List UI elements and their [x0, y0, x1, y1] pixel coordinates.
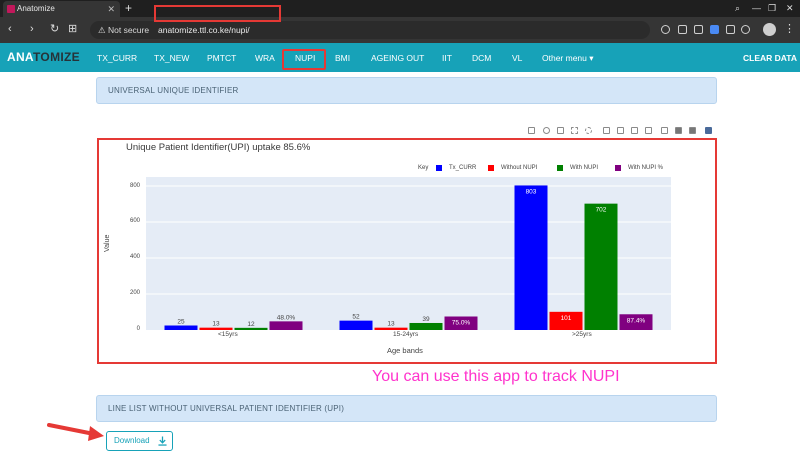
- app-navbar: ANATOMIZE TX_CURR TX_NEW PMTCT WRA NUPI …: [0, 43, 800, 72]
- restore-icon[interactable]: ❐: [768, 0, 776, 16]
- not-secure-label: Not secure: [107, 25, 150, 35]
- y-tick-400: 400: [129, 254, 140, 260]
- camera-icon[interactable]: [694, 25, 703, 34]
- download-button[interactable]: Download: [106, 431, 173, 451]
- nav-vl[interactable]: VL: [512, 53, 522, 63]
- profile-avatar[interactable]: [763, 23, 776, 36]
- overlay-caption: You can use this app to track NUPI: [372, 368, 620, 385]
- autoscale-icon[interactable]: [631, 127, 638, 134]
- hover-closest-icon[interactable]: [675, 127, 682, 134]
- spike-lines-icon[interactable]: [661, 127, 668, 134]
- y-tick-600: 600: [129, 218, 140, 224]
- reload-button[interactable]: ↻: [50, 22, 59, 36]
- box-select-icon[interactable]: [571, 127, 578, 134]
- legend-title: Key: [418, 165, 429, 171]
- menu-icon[interactable]: ⋮: [784, 22, 795, 36]
- back-button[interactable]: ‹: [8, 22, 12, 36]
- zoom-tool-icon[interactable]: [543, 127, 550, 134]
- tab-title: Anatomize: [17, 4, 55, 13]
- x-category-over-25: >25yrs: [572, 331, 592, 338]
- reset-axes-icon[interactable]: [645, 127, 652, 134]
- not-secure-indicator[interactable]: ⚠ Not secure: [98, 23, 149, 37]
- nav-pmtct[interactable]: PMTCT: [207, 53, 236, 63]
- nav-iit[interactable]: IIT: [442, 53, 452, 63]
- search-tabs-icon[interactable]: ⌕: [735, 0, 740, 16]
- legend-label-with-nupi[interactable]: With NUPI: [570, 164, 598, 172]
- browser-tabstrip: Anatomize ✕ + ⌕ — ❐ ✕: [0, 0, 800, 17]
- legend-label-without-nupi[interactable]: Without NUPI: [501, 164, 537, 172]
- url-text[interactable]: anatomize.ttl.co.ke/nupi/: [158, 23, 250, 37]
- plotly-logo-icon[interactable]: [705, 127, 712, 134]
- extension-icon[interactable]: [726, 25, 735, 34]
- chart-title: Unique Patient Identifier(UPI) uptake 85…: [126, 142, 311, 153]
- section-header-nupi: UNIVERSAL UNIQUE IDENTIFIER: [96, 77, 717, 104]
- nav-bmi[interactable]: BMI: [335, 53, 350, 63]
- lasso-select-icon[interactable]: [585, 127, 592, 134]
- legend-label-tx-curr[interactable]: Tx_CURR: [449, 164, 476, 172]
- legend-swatch-tx-curr[interactable]: [436, 165, 442, 171]
- share-icon[interactable]: [678, 25, 687, 34]
- download-plot-icon[interactable]: [528, 127, 535, 134]
- y-axis-label: Value: [104, 234, 111, 252]
- y-tick-800: 800: [129, 183, 140, 189]
- minimize-icon[interactable]: —: [752, 0, 761, 16]
- brand-logo[interactable]: ANATOMIZE: [7, 50, 80, 64]
- pan-tool-icon[interactable]: [557, 127, 564, 134]
- section-header-line-list: LINE LIST WITHOUT UNIVERSAL PATIENT IDEN…: [96, 395, 717, 422]
- address-toolbar: ‹ › ↻ ⊞ ⚠ Not secure anatomize.ttl.co.ke…: [0, 17, 800, 43]
- plot-area: [146, 177, 671, 330]
- nav-dcm[interactable]: DCM: [472, 53, 491, 63]
- brand-part-2: TOMIZE: [33, 50, 80, 64]
- legend-swatch-with-nupi[interactable]: [557, 165, 563, 171]
- hover-compare-icon[interactable]: [689, 127, 696, 134]
- red-arrow-annotation: [47, 423, 104, 441]
- zoom-out-icon[interactable]: [617, 127, 624, 134]
- zoom-in-icon[interactable]: [603, 127, 610, 134]
- nav-other-menu[interactable]: Other menu ▾: [542, 53, 594, 63]
- new-tab-button[interactable]: +: [125, 0, 132, 16]
- x-category-15-24: 15-24yrs: [393, 331, 419, 338]
- chart-modebar: [526, 127, 716, 137]
- browser-tab[interactable]: Anatomize ✕: [3, 1, 120, 17]
- y-tick-0: 0: [136, 326, 140, 332]
- apps-icon[interactable]: ⊞: [68, 22, 77, 36]
- y-tick-200: 200: [129, 290, 140, 296]
- shield-icon[interactable]: [710, 25, 719, 34]
- nav-ageing-out[interactable]: AGEING OUT: [371, 53, 424, 63]
- download-button-label: Download: [114, 436, 150, 445]
- legend-swatch-without-nupi[interactable]: [488, 165, 494, 171]
- nav-tx-curr[interactable]: TX_CURR: [97, 53, 137, 63]
- legend-label-with-nupi-pct[interactable]: With NUPI %: [628, 164, 663, 172]
- close-window-icon[interactable]: ✕: [786, 0, 794, 16]
- close-tab-icon[interactable]: ✕: [107, 1, 115, 17]
- x-axis-label: Age bands: [387, 346, 423, 355]
- clear-data-button[interactable]: CLEAR DATA: [743, 53, 797, 63]
- brand-part-1: ANA: [7, 50, 34, 64]
- app-favicon-icon: [7, 5, 15, 13]
- x-category-under-15: <15yrs: [218, 331, 238, 338]
- nupi-highlight-box: [282, 49, 326, 70]
- legend-swatch-with-nupi-pct[interactable]: [615, 165, 621, 171]
- url-highlight-box: [154, 5, 281, 22]
- favorites-icon[interactable]: [741, 25, 750, 34]
- forward-button[interactable]: ›: [30, 22, 34, 36]
- download-icon: [158, 436, 167, 446]
- nav-tx-new[interactable]: TX_NEW: [154, 53, 189, 63]
- nav-wra[interactable]: WRA: [255, 53, 275, 63]
- zoom-icon[interactable]: [661, 25, 670, 34]
